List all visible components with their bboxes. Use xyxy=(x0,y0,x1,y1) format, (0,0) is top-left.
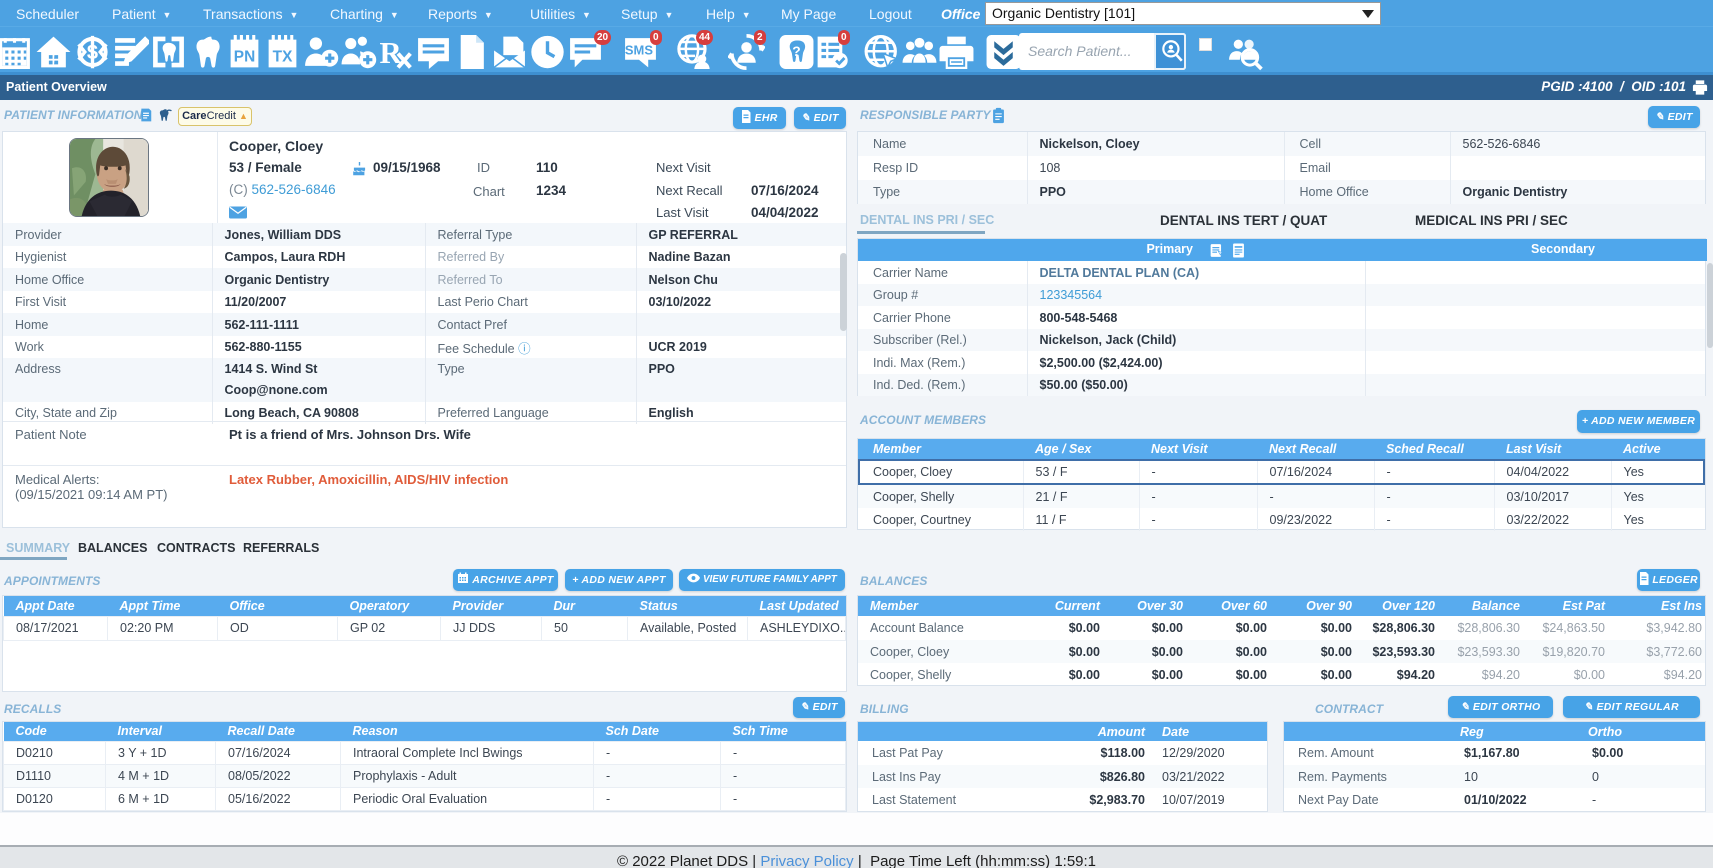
svg-text:SMS: SMS xyxy=(625,42,653,57)
svg-text:?: ? xyxy=(792,43,800,59)
svg-text:TX: TX xyxy=(273,48,293,65)
svg-text:$: $ xyxy=(87,42,98,64)
svg-text:PN: PN xyxy=(234,48,255,65)
